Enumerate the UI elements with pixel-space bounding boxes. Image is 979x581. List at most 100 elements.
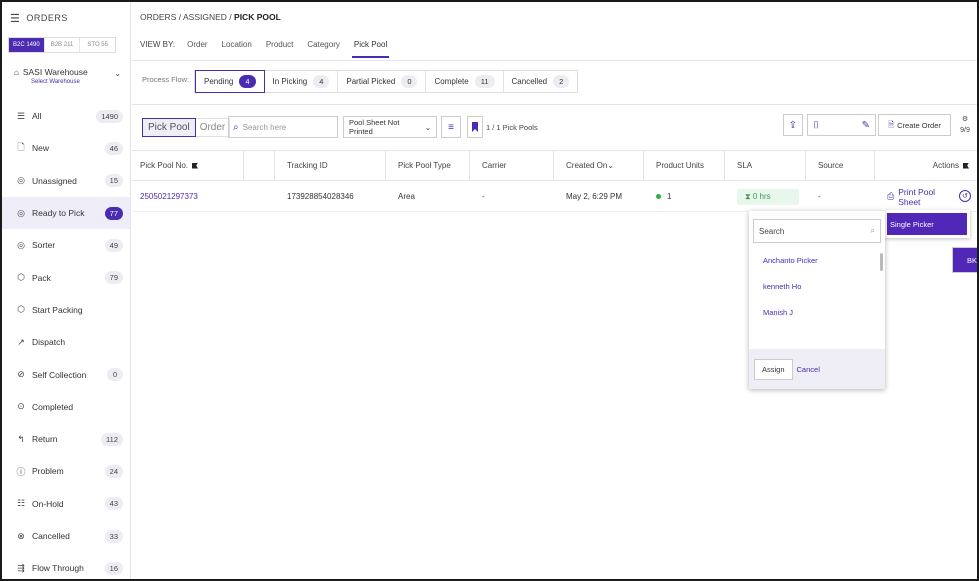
cell-created-on: May 2, 6:29 PM xyxy=(566,192,623,201)
sidebar-item-count: 46 xyxy=(104,141,123,155)
sidebar-item-flow-through[interactable]: ⇶ Flow Through 16 xyxy=(2,552,130,579)
col-pick-pool-type[interactable]: Pick Pool Type xyxy=(386,151,470,180)
warehouse-selector[interactable]: ⌂ SASI Warehouse Select Warehouse ⌄ xyxy=(2,53,130,99)
cancel-button[interactable]: Cancel xyxy=(797,365,820,374)
channel-tab-b2b[interactable]: B2B 211 xyxy=(45,38,81,52)
breadcrumb-assigned[interactable]: ASSIGNED xyxy=(183,12,227,22)
sidebar-item-ready-to-pick[interactable]: ◎ Ready to Pick 77 xyxy=(2,196,130,230)
breadcrumb-orders[interactable]: ORDERS xyxy=(140,12,176,22)
search-input[interactable] xyxy=(242,122,329,132)
upload-button[interactable]: ⇪ xyxy=(783,114,803,136)
picker-list: Anchanto Picker BKL BKL kenneth Ho Manis… xyxy=(749,247,977,325)
flow-step-cancelled[interactable]: Cancelled 2 xyxy=(504,71,578,92)
flow-step-pending[interactable]: Pending 4 xyxy=(195,70,265,93)
sidebar-item-cancelled[interactable]: ⊗ Cancelled 33 xyxy=(2,520,130,552)
sidebar-item-pack[interactable]: ⬡ Pack 79 xyxy=(2,261,130,293)
sort-chevron-icon: ⌄ xyxy=(607,161,615,170)
toggle-pick-pool[interactable]: Pick Pool xyxy=(142,118,196,137)
flow-step-complete[interactable]: Complete 11 xyxy=(426,71,504,92)
picker-option[interactable]: kenneth Ho xyxy=(749,273,885,299)
col-product-units[interactable]: Product Units xyxy=(644,151,725,180)
breadcrumb: ORDERS / ASSIGNED / PICK POOL xyxy=(140,12,281,22)
col-tracking-id[interactable]: Tracking ID xyxy=(275,151,386,180)
app-frame: ☰ ORDERS B2C 1490 B2B 211 STO 55 ⌂ SASI W… xyxy=(0,0,979,581)
process-flow-label: Process Flow: xyxy=(142,75,190,84)
external-link-icon: ↗ xyxy=(17,336,25,347)
picker-search-input[interactable] xyxy=(759,226,859,236)
table-header: Pick Pool No. Tracking ID Pick Pool Type… xyxy=(132,150,977,181)
col-sla[interactable]: SLA xyxy=(725,151,806,180)
cell-blank xyxy=(244,182,275,211)
picker-option-selected[interactable]: BKL BKL xyxy=(952,247,977,273)
sidebar-item-new[interactable]: 🗋 New 46 xyxy=(2,132,130,164)
flow-step-count: 2 xyxy=(553,75,570,88)
sidebar-item-on-hold[interactable]: ☷ On-Hold 43 xyxy=(2,488,130,520)
column-count: 9/9 xyxy=(960,127,970,134)
picker-option[interactable]: Anchanto Picker xyxy=(749,247,885,273)
view-toggle: Pick Pool Order xyxy=(142,118,231,137)
scrollbar[interactable] xyxy=(880,253,883,271)
filter-button[interactable]: ≡ xyxy=(441,116,461,138)
col-label: Pick Pool No. xyxy=(140,161,189,170)
col-pick-pool-no[interactable]: Pick Pool No. xyxy=(132,151,244,180)
sidebar-item-unassigned[interactable]: ◎ Unassigned 15 xyxy=(2,165,130,197)
sidebar-header: ☰ ORDERS xyxy=(2,2,130,34)
chevron-down-icon: ⌄ xyxy=(424,122,431,132)
sidebar-item-label: New xyxy=(32,143,50,154)
sidebar-item-start-packing[interactable]: ⬡ Start Packing xyxy=(2,294,130,326)
warehouse-sub: Select Warehouse xyxy=(31,79,80,85)
tab-product[interactable]: Product xyxy=(266,40,294,49)
channel-tab-b2c[interactable]: B2C 1490 xyxy=(9,38,45,52)
flow-step-label: In Picking xyxy=(272,77,308,86)
col-carrier[interactable]: Carrier xyxy=(470,151,554,180)
sidebar-item-sorter[interactable]: ◎ Sorter 49 xyxy=(2,229,130,261)
flow-step-in-picking[interactable]: In Picking 4 xyxy=(265,71,339,92)
sidebar-item-all[interactable]: ☰ All 1490 xyxy=(2,100,130,132)
tab-order[interactable]: Order xyxy=(187,40,207,49)
tab-location[interactable]: Location xyxy=(222,40,252,49)
cell-pick-pool-no[interactable]: 2505021297373 xyxy=(132,182,244,211)
document-icon: 🗎 xyxy=(888,119,895,129)
view-by-label: VIEW BY: xyxy=(140,40,176,49)
sidebar-item-dispatch[interactable]: ↗ Dispatch xyxy=(2,326,130,358)
chevron-down-icon: ⌄ xyxy=(114,69,121,78)
col-created-on[interactable]: Created On ⌄ xyxy=(554,151,644,180)
menu-icon[interactable]: ☰ xyxy=(10,12,20,25)
print-status-select[interactable]: Pool Sheet Not Printed ⌄ xyxy=(343,116,437,138)
sidebar-item-return[interactable]: ↰ Return 112 xyxy=(2,423,130,455)
sidebar-item-self-collection[interactable]: ⊘ Self Collection 0 xyxy=(2,358,130,390)
gear-icon: ⚙ xyxy=(961,116,969,123)
scan-input[interactable]: ⌷ ✎ xyxy=(807,114,876,136)
cell-carrier: - xyxy=(482,192,485,201)
channel-tab-sto[interactable]: STO 55 xyxy=(80,38,115,52)
sidebar-item-count: 24 xyxy=(104,464,123,478)
sidebar-item-label: Completed xyxy=(32,401,74,412)
sla-badge: ⧗ 0 hrs xyxy=(737,188,799,205)
bookmark-button[interactable] xyxy=(467,116,483,138)
printer-icon: ⎙ xyxy=(887,191,895,201)
tab-pick-pool[interactable]: Pick Pool xyxy=(351,40,390,58)
assign-button[interactable]: Assign xyxy=(754,358,793,380)
picker-option[interactable]: Manish J xyxy=(749,299,885,325)
col-actions: Actions xyxy=(875,151,977,180)
history-icon[interactable]: ↺ xyxy=(959,190,971,202)
search-icon: ⌕ xyxy=(233,121,239,133)
sorter-icon: ◎ xyxy=(17,239,25,250)
circle-dot-icon: ◎ xyxy=(17,175,25,186)
toggle-order[interactable]: Order xyxy=(195,118,231,137)
sidebar-item-problem[interactable]: ⓘ Problem 24 xyxy=(2,455,130,487)
flow-step-label: Partial Picked xyxy=(346,77,396,86)
tab-category[interactable]: Category xyxy=(307,40,339,49)
units-value: 1 xyxy=(667,192,672,201)
sidebar-item-label: Return xyxy=(32,434,58,445)
menu-item-single-picker[interactable]: Single Picker xyxy=(887,213,967,235)
table-row[interactable]: 2505021297373 173928854028346 Area - May… xyxy=(132,182,977,212)
column-settings[interactable]: ⚙ 9/9 xyxy=(955,114,975,136)
col-source[interactable]: Source xyxy=(806,151,875,180)
col-label: Actions xyxy=(932,161,959,170)
create-order-button[interactable]: 🗎 Create Order xyxy=(878,114,951,136)
flow-step-count: 11 xyxy=(474,75,495,88)
picker-search-box: ⌕ xyxy=(753,219,881,243)
flow-step-partial-picked[interactable]: Partial Picked 0 xyxy=(338,71,427,92)
sidebar-item-completed[interactable]: ⊙ Completed xyxy=(2,391,130,423)
